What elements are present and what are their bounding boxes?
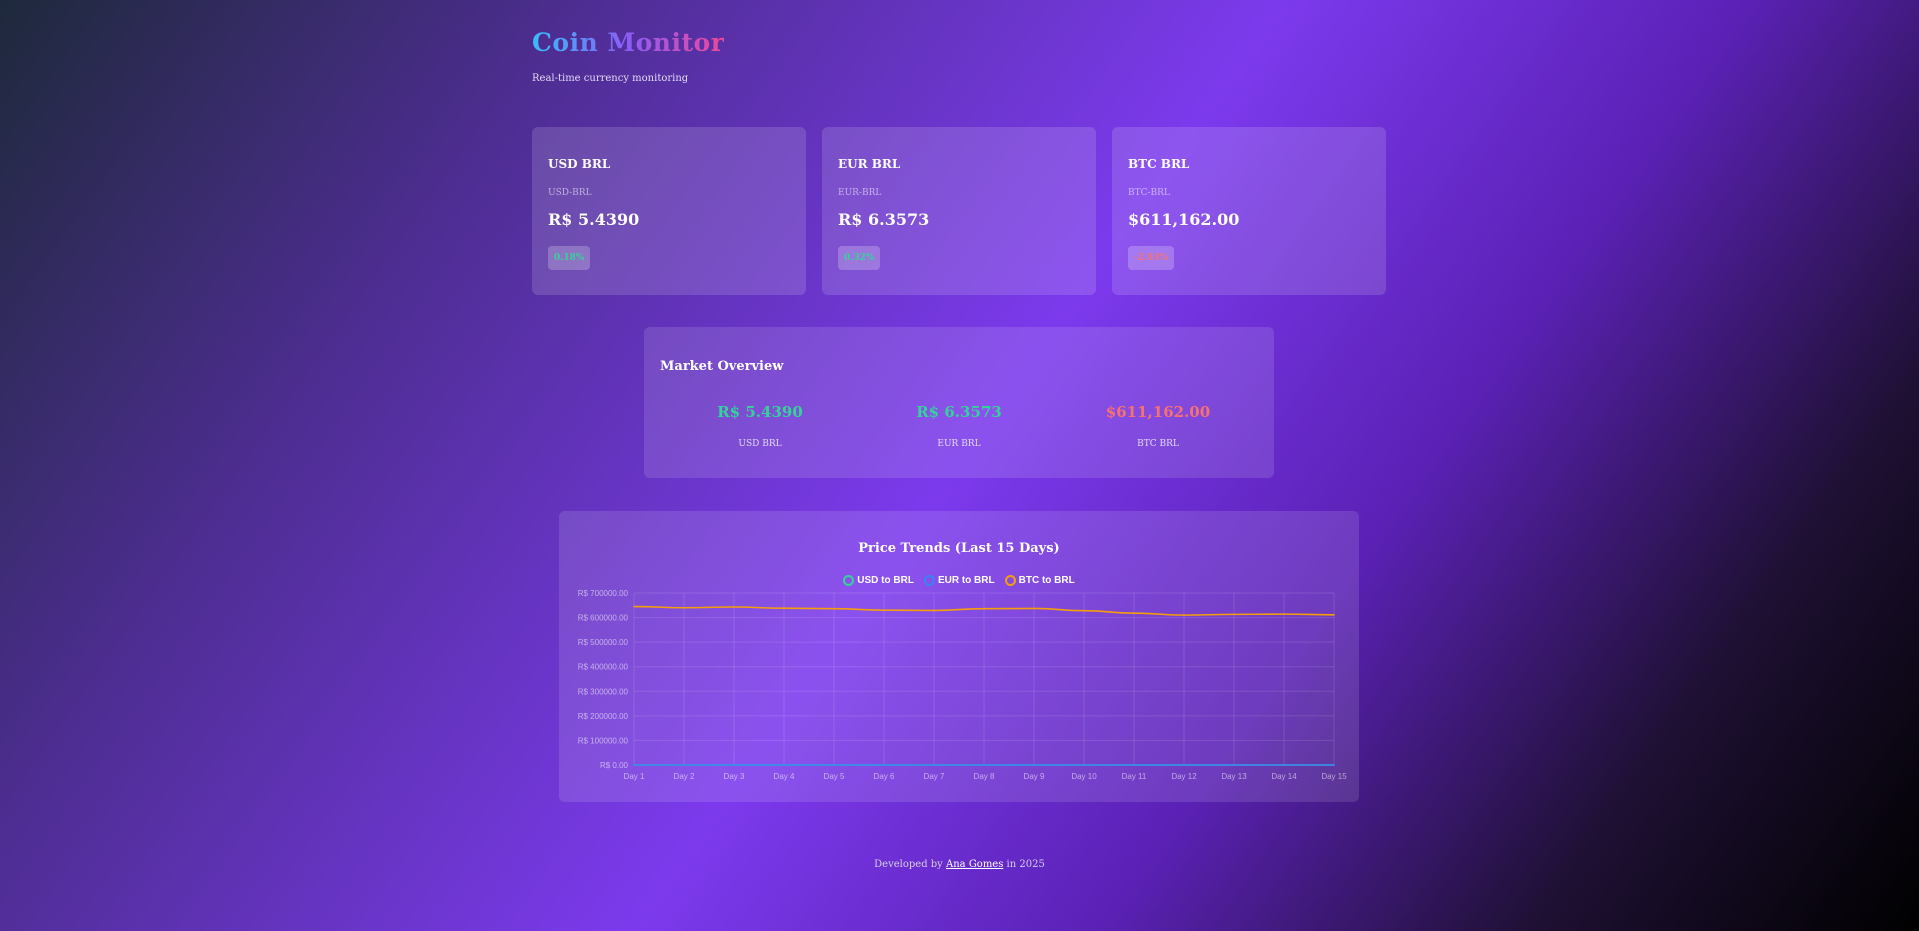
card-price: R$ 5.4390 [548, 210, 640, 229]
x-tick-label: Day 15 [1321, 772, 1347, 781]
overview-label: USD BRL [738, 439, 782, 449]
legend-swatch-icon [1004, 575, 1016, 586]
overview-item-eur: R$ 6.3573 EUR BRL [859, 403, 1059, 449]
x-tick-label: Day 2 [674, 772, 695, 781]
currency-card-btc: BTC BRL BTC-BRL $611,162.00 -2.93% [1112, 127, 1386, 295]
card-price: R$ 6.3573 [838, 210, 930, 229]
data-point [1033, 607, 1035, 610]
card-pair-name: BTC BRL [1128, 157, 1190, 171]
y-tick-label: R$ 100000.00 [578, 736, 629, 745]
price-trends-chart-card: R$ 0.00 R$ 100000.00 R$ 200000.00 R$ 300000… [559, 511, 1359, 802]
legend-item-usd[interactable]: USD to BRL [843, 575, 914, 586]
data-point [983, 607, 985, 610]
legend-label: USD to BRL [857, 575, 914, 586]
author-link[interactable]: Ana Gomes [946, 859, 1003, 870]
x-tick-label: Day 3 [724, 772, 745, 781]
data-point [633, 764, 635, 766]
data-point [883, 609, 885, 611]
overview-item-btc: $611,162.00 BTC BRL [1058, 403, 1258, 449]
data-point [833, 607, 835, 610]
card-pair-code: EUR-BRL [838, 188, 882, 198]
data-point [1283, 613, 1285, 615]
app-title: Coin Monitor [532, 28, 725, 57]
overview-label: BTC BRL [1137, 439, 1179, 449]
app-subtitle: Real-time currency monitoring [532, 73, 689, 84]
chart-legend: USD to BRL EUR to BRL BTC to BRL [559, 575, 1359, 586]
data-point [683, 606, 685, 609]
overview-item-usd: R$ 5.4390 USD BRL [660, 403, 860, 449]
card-pair-name: EUR BRL [838, 157, 901, 171]
x-tick-label: Day 9 [1024, 772, 1045, 781]
footer: Developed by Ana Gomes in 2025 [0, 859, 1919, 870]
chart-title: Price Trends (Last 15 Days) [858, 541, 1060, 556]
legend-swatch-icon [843, 575, 855, 586]
data-point [1083, 764, 1085, 766]
legend-swatch-icon [923, 575, 935, 586]
currency-card-usd: USD BRL USD-BRL R$ 5.4390 0.18% [532, 127, 806, 295]
legend-label: EUR to BRL [937, 575, 995, 586]
legend-item-eur[interactable]: EUR to BRL [923, 575, 995, 586]
data-point [1233, 613, 1235, 616]
change-badge: 0.32% [838, 246, 881, 270]
data-point [1333, 764, 1335, 766]
change-badge: -2.93% [1128, 246, 1175, 270]
legend-label: BTC to BRL [1018, 575, 1075, 586]
data-point [1283, 764, 1285, 766]
data-point [1133, 764, 1135, 766]
legend-item-btc[interactable]: BTC to BRL [1004, 575, 1075, 586]
data-point [1333, 614, 1335, 616]
y-tick-label: R$ 300000.00 [578, 687, 629, 696]
overview-label: EUR BRL [937, 439, 981, 449]
x-tick-label: Day 7 [924, 772, 945, 781]
x-tick-label: Day 1 [624, 772, 645, 781]
overview-value: R$ 6.3573 [916, 403, 1002, 421]
data-point [933, 764, 935, 766]
data-point [783, 764, 785, 766]
x-tick-label: Day 4 [774, 772, 795, 781]
overview-value: R$ 5.4390 [717, 403, 803, 421]
card-pair-name: USD BRL [548, 157, 611, 171]
y-tick-label: R$ 700000.00 [578, 589, 629, 598]
x-tick-label: Day 11 [1122, 772, 1147, 781]
x-tick-label: Day 8 [974, 772, 995, 781]
data-point [633, 605, 635, 608]
data-point [983, 764, 985, 766]
card-price: $611,162.00 [1128, 210, 1240, 229]
currency-card-eur: EUR BRL EUR-BRL R$ 6.3573 0.32% [822, 127, 1096, 295]
x-tick-label: Day 13 [1221, 772, 1247, 781]
change-badge: 0.18% [548, 246, 591, 270]
x-tick-label: Day 12 [1171, 772, 1197, 781]
data-point [1083, 609, 1085, 612]
y-tick-label: R$ 0.00 [600, 761, 629, 770]
data-point [733, 764, 735, 766]
x-tick-label: Day 6 [874, 772, 895, 781]
x-tick-label: Day 5 [824, 772, 845, 781]
card-pair-code: BTC-BRL [1128, 188, 1170, 198]
market-overview: Market Overview R$ 5.4390 USD BRL R$ 6.3… [644, 327, 1274, 478]
market-overview-title: Market Overview [660, 359, 784, 374]
data-point [1183, 614, 1185, 616]
data-point [783, 607, 785, 610]
y-tick-label: R$ 200000.00 [578, 712, 629, 721]
data-point [683, 764, 685, 766]
data-point [1133, 612, 1135, 614]
footer-suffix: in 2025 [1006, 859, 1045, 870]
data-point [1233, 764, 1235, 766]
y-tick-label: R$ 500000.00 [578, 638, 629, 647]
data-point [1033, 764, 1035, 766]
data-point [733, 606, 735, 608]
footer-prefix: Developed by [874, 859, 943, 870]
data-point [883, 764, 885, 766]
data-point [1183, 764, 1185, 766]
x-tick-label: Day 14 [1271, 772, 1297, 781]
y-tick-label: R$ 400000.00 [578, 663, 629, 672]
overview-value: $611,162.00 [1105, 403, 1211, 421]
x-tick-label: Day 10 [1071, 772, 1097, 781]
card-pair-code: USD-BRL [548, 188, 592, 198]
data-point [933, 609, 935, 612]
data-point [833, 764, 835, 766]
y-tick-label: R$ 600000.00 [578, 614, 629, 623]
